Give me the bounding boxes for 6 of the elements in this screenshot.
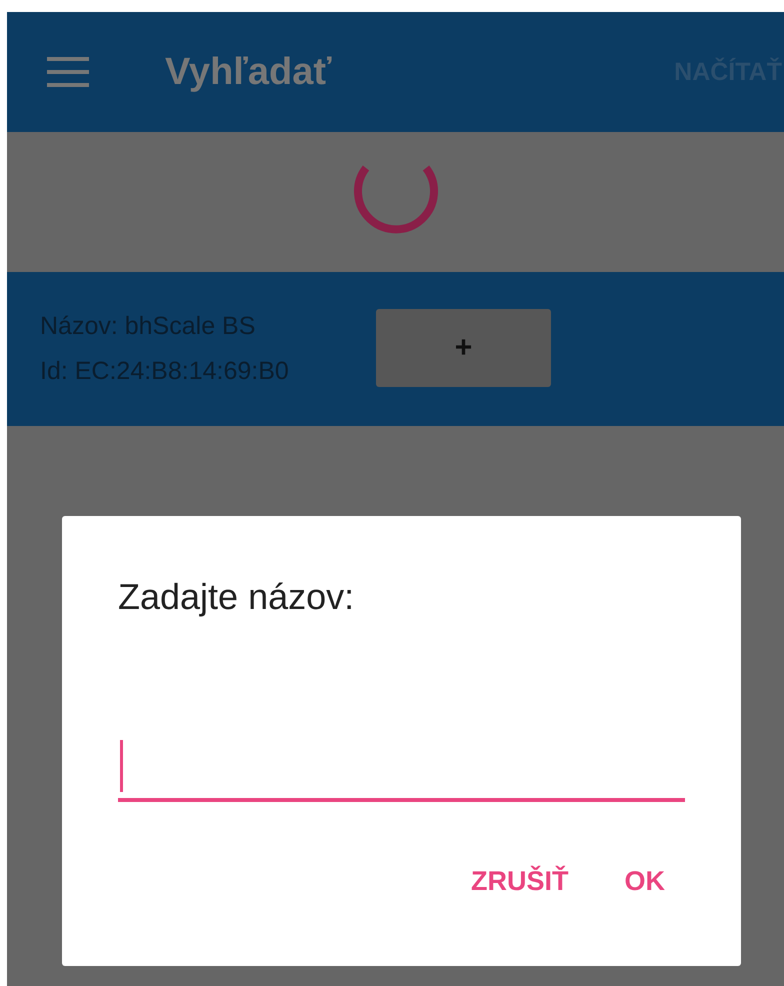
dialog-title: Zadajte názov: bbox=[118, 576, 356, 618]
dialog-button[interactable]: ZRUŠIŤ bbox=[471, 866, 568, 897]
add-button[interactable]: + bbox=[376, 308, 551, 386]
dialog-button[interactable]: OK bbox=[624, 866, 665, 897]
app-title: Vyhľadať bbox=[165, 50, 333, 94]
menu-icon[interactable] bbox=[47, 57, 89, 87]
